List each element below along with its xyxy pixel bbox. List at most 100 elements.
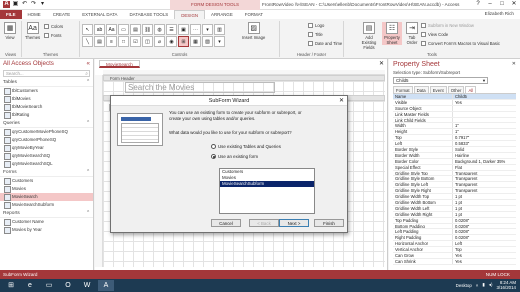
undo-icon[interactable]: ↶ — [21, 1, 28, 8]
tray-arrow-icon[interactable]: ˄ — [476, 283, 479, 288]
check-box-tool-icon[interactable]: ☑ — [130, 36, 141, 47]
network-icon[interactable]: ▮ — [482, 282, 484, 288]
property-value[interactable]: 1 pt — [453, 200, 516, 205]
nav-group-tables[interactable]: Tables ⌃ — [0, 78, 93, 87]
nav-item[interactable]: tblMovies — [0, 95, 93, 103]
volume-icon[interactable]: ◂) — [489, 282, 493, 288]
cancel-button[interactable]: Cancel — [211, 219, 241, 227]
property-value[interactable]: 0.5833" — [453, 141, 516, 146]
user-name[interactable]: Elizabeth Rich — [485, 11, 514, 16]
property-value[interactable]: 0.0208" — [453, 229, 516, 234]
tab-data[interactable]: Data — [413, 86, 429, 93]
more-controls-icon[interactable]: ▾ — [214, 36, 225, 47]
button-tool-icon[interactable]: ▭ — [118, 24, 129, 35]
close-icon[interactable]: ✕ — [510, 1, 518, 8]
tab-event[interactable]: Event — [429, 86, 447, 93]
combo-box-tool-icon[interactable]: ▾ — [202, 24, 213, 35]
list-box-tool-icon[interactable]: ≡ — [106, 36, 117, 47]
textbox-tool-icon[interactable]: ab — [94, 24, 105, 35]
help-icon[interactable]: ? — [474, 1, 482, 8]
nav-item[interactable]: qryCustomerPhoneSQ — [0, 136, 93, 144]
property-value[interactable]: 1 pt — [453, 206, 516, 211]
tab-home[interactable]: HOME — [22, 10, 47, 19]
nav-item[interactable]: Customers — [0, 177, 93, 185]
minimize-icon[interactable]: – — [486, 1, 494, 8]
customize-qat-icon[interactable]: ▾ — [39, 1, 46, 8]
property-row[interactable]: Can Shrink Yes — [393, 258, 516, 265]
property-value[interactable]: 1" — [453, 123, 516, 128]
nav-item[interactable]: qryMovieByYear — [0, 144, 93, 152]
tab-format[interactable]: FORMAT — [239, 10, 269, 19]
property-value[interactable]: Background 1, Darker 35% — [453, 159, 516, 164]
property-value[interactable]: 0.0208" — [453, 218, 516, 223]
save-icon[interactable]: ▣ — [12, 1, 19, 8]
selection-combo[interactable]: Child5 ▼ — [393, 77, 488, 84]
next-button[interactable]: Next > — [279, 219, 309, 227]
label-tool-icon[interactable]: Aa — [106, 24, 117, 35]
subform-tool-icon[interactable]: ⊞ — [178, 36, 189, 47]
fonts-button[interactable]: Fonts — [44, 33, 61, 38]
property-value[interactable] — [453, 112, 516, 117]
nav-item[interactable]: Movies — [0, 185, 93, 193]
property-value[interactable] — [453, 106, 516, 111]
property-value[interactable]: Yes — [453, 100, 516, 105]
tab-design[interactable]: DESIGN — [174, 10, 206, 19]
property-value[interactable]: 0.7917" — [453, 135, 516, 140]
start-icon[interactable]: ⊞ — [3, 280, 19, 291]
nav-item[interactable]: tblCustomers — [0, 87, 93, 95]
document-tab[interactable]: MovieSearch — [99, 60, 140, 68]
back-button[interactable]: < Back — [249, 219, 279, 227]
tab-database-tools[interactable]: DATABASE TOOLS — [123, 10, 174, 19]
tab-arrange[interactable]: ARRANGE — [205, 10, 239, 19]
property-value[interactable]: 1" — [453, 129, 516, 134]
nav-group-queries[interactable]: Queries ⌃ — [0, 119, 93, 128]
date-time-button[interactable]: Date and Time — [308, 41, 342, 46]
tab-order-button[interactable]: ⇥ Tab Order — [404, 22, 420, 45]
property-sheet-close-icon[interactable]: ✕ — [512, 61, 516, 67]
image-tool-icon[interactable]: ▨ — [202, 36, 213, 47]
maximize-icon[interactable]: □ — [498, 1, 506, 8]
rectangle-tool-icon[interactable]: □ — [118, 36, 129, 47]
insert-image-button[interactable]: ▨ Insert Image — [242, 22, 265, 40]
form-list[interactable]: Customers Movies MovieSearchSubform — [219, 168, 315, 214]
web-browser-tool-icon[interactable]: ◍ — [154, 24, 165, 35]
property-value[interactable]: Transparent — [453, 182, 516, 187]
property-value[interactable]: Top — [453, 247, 516, 252]
nav-item[interactable]: qryCustomerMoviePhoneSQ — [0, 128, 93, 136]
list-item-selected[interactable]: MovieSearchSubform — [220, 181, 314, 187]
tab-file[interactable]: FILE — [0, 10, 22, 19]
property-value[interactable]: Hairline — [453, 153, 516, 158]
nav-item-selected[interactable]: MovieSearch — [0, 193, 93, 201]
bound-object-tool-icon[interactable]: ▦ — [190, 36, 201, 47]
option-group-tool-icon[interactable]: ▣ — [178, 24, 189, 35]
property-value[interactable]: Transparent — [453, 176, 516, 181]
view-code-button[interactable]: View Code — [421, 32, 448, 37]
add-existing-fields-button[interactable]: ▤ Add Existing Fields — [358, 22, 380, 50]
subform-new-window-button[interactable]: Subform in New Window — [421, 23, 474, 28]
dialog-close-icon[interactable]: ✕ — [339, 97, 344, 104]
access-taskbar-icon[interactable]: A — [98, 280, 114, 291]
file-explorer-icon[interactable]: ▭ — [41, 280, 57, 291]
property-value[interactable]: Transparent — [453, 171, 516, 176]
select-tool-icon[interactable]: ↖ — [82, 24, 93, 35]
tab-other[interactable]: Other — [447, 86, 465, 93]
property-value[interactable]: Transparent — [453, 188, 516, 193]
nav-group-reports[interactable]: Reports ⌃ — [0, 209, 93, 218]
internet-explorer-icon[interactable]: e — [22, 280, 38, 291]
tab-create[interactable]: CREATE — [47, 10, 76, 19]
option-button-tool-icon[interactable]: ◉ — [166, 36, 177, 47]
unbound-object-tool-icon[interactable]: ◫ — [142, 36, 153, 47]
property-value[interactable]: Child5 — [453, 94, 516, 99]
tab-control-tool-icon[interactable]: ▤ — [130, 24, 141, 35]
outlook-icon[interactable]: O — [60, 280, 76, 291]
tab-all[interactable]: All — [465, 86, 477, 93]
form-header-section[interactable]: Search the Movies — [103, 81, 385, 95]
nav-item[interactable]: Movies by Year — [0, 226, 93, 234]
property-value[interactable]: 1 pt — [453, 194, 516, 199]
option-tables-queries[interactable]: Use existing Tables and Queries — [211, 144, 281, 149]
nav-search-input[interactable]: Search... ⌕ — [3, 70, 90, 77]
nav-group-forms[interactable]: Forms ⌃ — [0, 168, 93, 177]
view-button[interactable]: ▦ View — [4, 22, 16, 40]
tab-format-props[interactable]: Format — [393, 86, 413, 93]
tab-external-data[interactable]: EXTERNAL DATA — [76, 10, 123, 19]
